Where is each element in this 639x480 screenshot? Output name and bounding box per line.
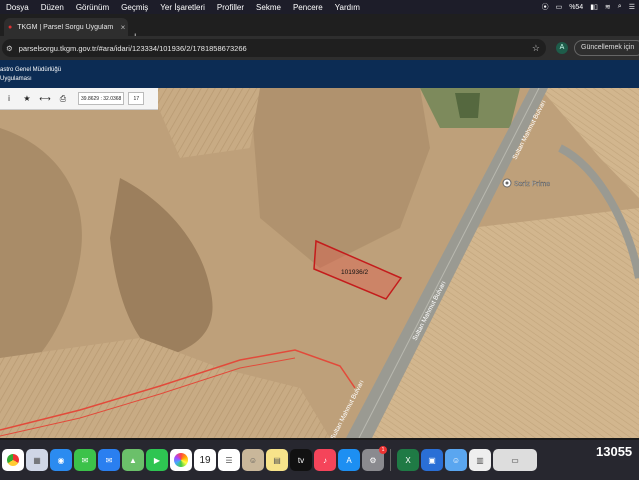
tab-bar: ● TKGM | Parsel Sorgu Uygulam × +: [0, 14, 639, 43]
print-button[interactable]: ⎙: [54, 94, 72, 104]
address-bar: ⚙ parselsorgu.tkgm.gov.tr/#ara/idari/123…: [0, 36, 639, 60]
dock-notes-icon[interactable]: ▤: [266, 449, 288, 471]
poi-label: Seriz Prime: [514, 181, 550, 188]
measure-button[interactable]: ⟷: [36, 94, 54, 103]
dock-contacts-icon[interactable]: ☺: [242, 449, 264, 471]
dock-facetime-icon[interactable]: ▶: [146, 449, 168, 471]
menu-pencere[interactable]: Pencere: [287, 3, 329, 12]
battery-percent: %54: [569, 3, 584, 11]
site-header: astro Genel Müdürlüğü Uygulaması: [0, 60, 639, 88]
url-text[interactable]: parselsorgu.tkgm.gov.tr/#ara/idari/12333…: [19, 44, 526, 53]
dock-separator: [390, 449, 391, 471]
satellite-map[interactable]: 101936/2 Seriz Prime Sultan Mahmut Bulva…: [0, 88, 639, 438]
control-center-icon[interactable]: ☰: [629, 3, 635, 11]
dock-maps-icon[interactable]: ▲: [122, 449, 144, 471]
dock-reminders-icon[interactable]: ☰: [218, 449, 240, 471]
profile-avatar[interactable]: A: [556, 42, 568, 54]
url-field[interactable]: ⚙ parselsorgu.tkgm.gov.tr/#ara/idari/123…: [2, 39, 546, 57]
dock-launchpad-icon[interactable]: ▦: [26, 449, 48, 471]
dock-chrome-icon[interactable]: [2, 449, 24, 471]
dock-finder-icon[interactable]: ☺: [445, 449, 467, 471]
dock-tv-icon[interactable]: tv: [290, 449, 312, 471]
update-button[interactable]: Güncellemek için: [574, 40, 639, 56]
dock-appstore-icon[interactable]: A: [338, 449, 360, 471]
site-title-line2: Uygulaması: [0, 76, 32, 82]
zoom-level: 17: [128, 92, 145, 105]
map-canvas[interactable]: 101936/2 Seriz Prime Sultan Mahmut Bulva…: [0, 88, 639, 438]
dock-excel-icon[interactable]: X: [397, 449, 419, 471]
battery-icon[interactable]: ▮▯: [590, 3, 598, 11]
dock-settings-icon[interactable]: ⚙ 1: [362, 446, 387, 471]
poi-marker-dot: [505, 181, 509, 185]
dock-window-thumbnail[interactable]: ▭: [493, 449, 537, 471]
menu-gecmis[interactable]: Geçmiş: [115, 3, 154, 12]
screen-icon[interactable]: ▭: [556, 3, 563, 11]
site-title-line1: astro Genel Müdürlüğü: [0, 67, 62, 73]
status-area: ⦿ ▭ %54 ▮▯ ≋ ⌕ ☰: [542, 0, 635, 14]
location-pin-icon: ●: [8, 23, 13, 31]
parcel-label: 101936/2: [341, 269, 368, 276]
dock-messages-icon[interactable]: ✉: [74, 449, 96, 471]
dock-music-icon[interactable]: ♪: [314, 449, 336, 471]
info-button[interactable]: i: [0, 94, 18, 103]
wifi-icon[interactable]: ≋: [605, 3, 611, 11]
site-settings-icon[interactable]: ⚙: [6, 44, 13, 53]
tab-title: TKGM | Parsel Sorgu Uygulam: [17, 23, 113, 31]
menu-yardim[interactable]: Yardım: [329, 3, 366, 12]
notification-badge: 1: [379, 446, 387, 454]
dock-number: 13055: [596, 444, 633, 459]
map-toolbar: i ★ ⟷ ⎙ 39.8629 : 32.0368 17: [0, 88, 158, 110]
search-icon[interactable]: ⌕: [618, 3, 622, 11]
menu-dosya[interactable]: Dosya: [0, 3, 35, 12]
dock-photos-icon[interactable]: [170, 449, 192, 471]
dock-safari-icon[interactable]: ◉: [50, 449, 72, 471]
menu-bar: Dosya Düzen Görünüm Geçmiş Yer İşaretler…: [0, 0, 639, 14]
menu-gorunum[interactable]: Görünüm: [70, 3, 115, 12]
menu-duzen[interactable]: Düzen: [35, 3, 70, 12]
dock-calendar-icon[interactable]: 19: [194, 449, 216, 471]
close-icon[interactable]: ×: [118, 23, 128, 32]
dock: ▦ ◉ ✉ ✉ ▲ ▶ 19 ☰ ☺ ▤ tv ♪ A ⚙ 1 X ▣ ☺ ▥ ▭…: [0, 440, 639, 480]
dock-preview-icon[interactable]: ▣: [421, 449, 443, 471]
menu-yer-isaretleri[interactable]: Yer İşaretleri: [154, 3, 211, 12]
favorite-button[interactable]: ★: [18, 94, 36, 103]
bookmark-star-icon[interactable]: ☆: [532, 43, 546, 54]
coordinate-readout: 39.8629 : 32.0368: [78, 92, 125, 105]
tool-icon[interactable]: ⦿: [542, 2, 549, 12]
menu-profiller[interactable]: Profiller: [211, 3, 250, 12]
menu-sekme[interactable]: Sekme: [250, 3, 287, 12]
dock-mail-icon[interactable]: ✉: [98, 449, 120, 471]
tab-tkgm[interactable]: ● TKGM | Parsel Sorgu Uygulam ×: [4, 18, 128, 36]
dock-files-icon[interactable]: ▥: [469, 449, 491, 471]
